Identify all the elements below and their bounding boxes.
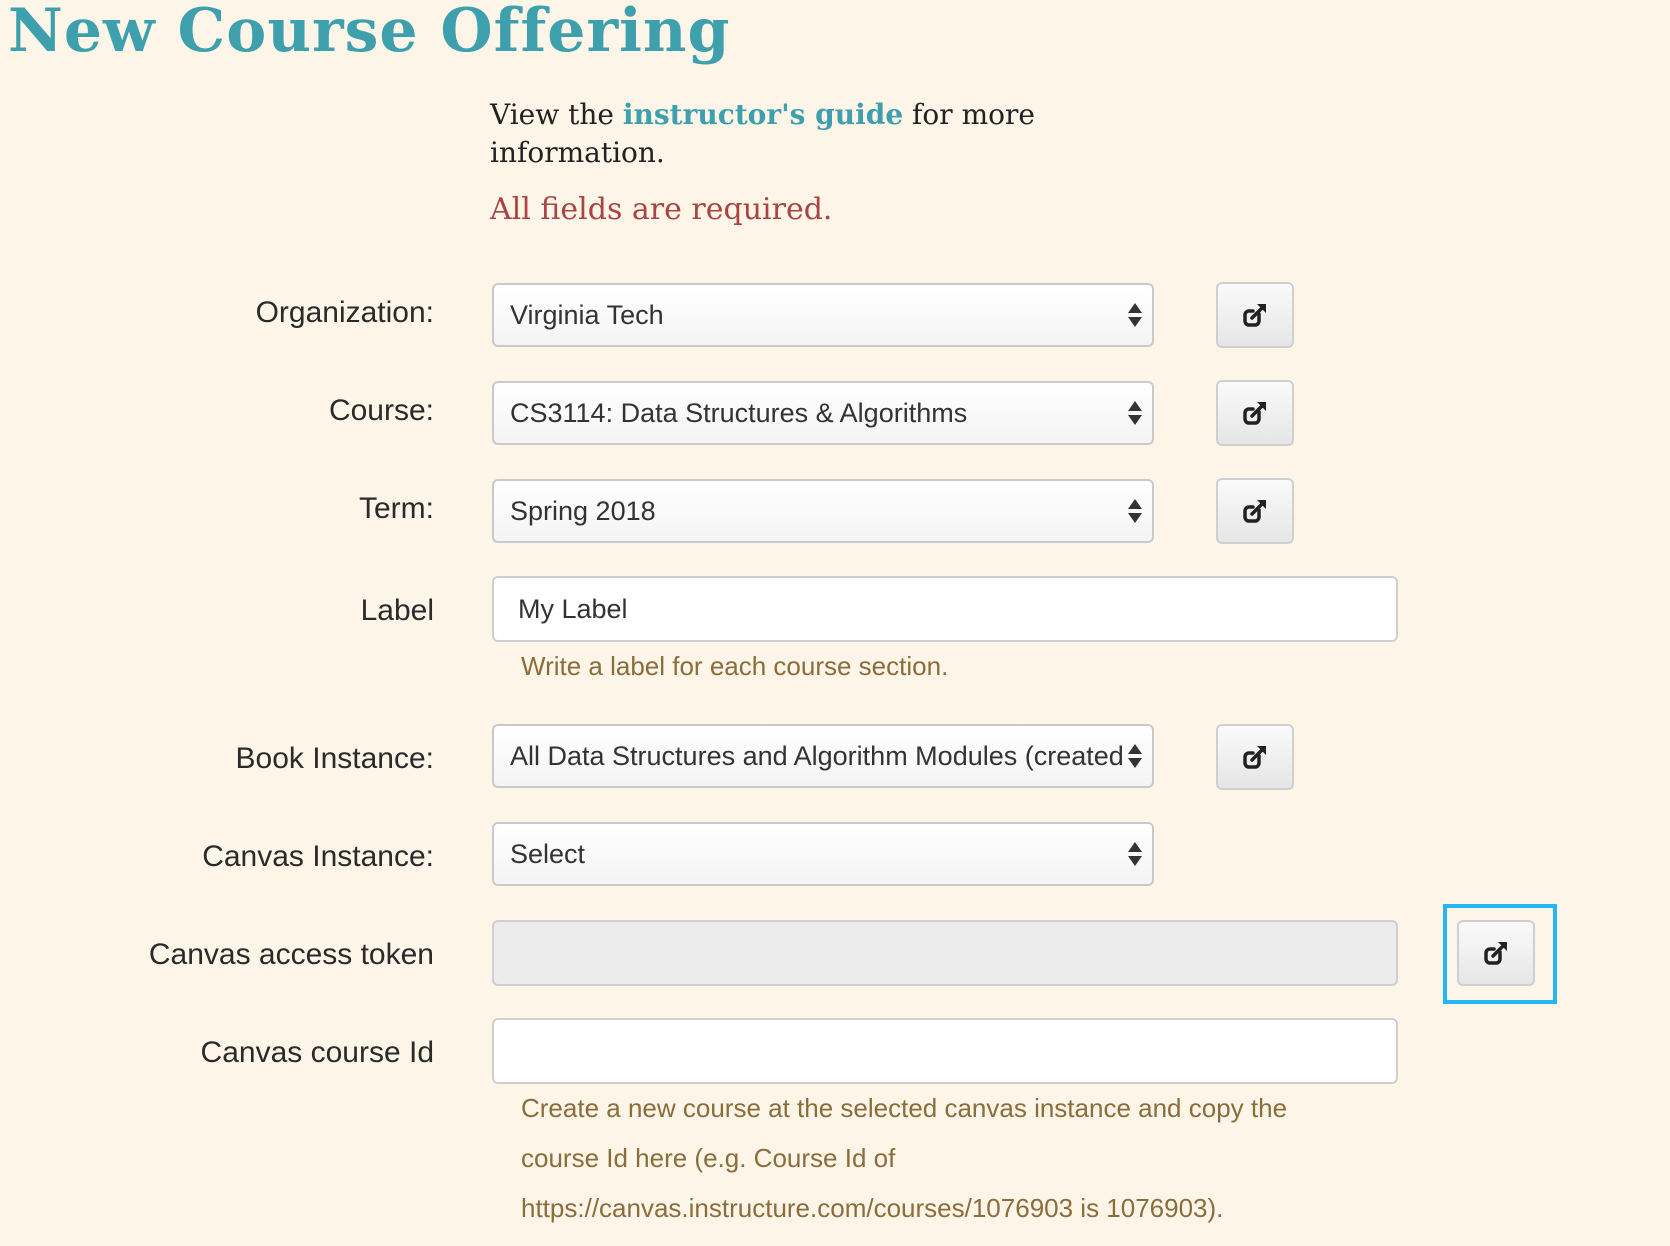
select-caret-icon (1128, 301, 1142, 329)
term-label: Term: (359, 492, 434, 525)
label-input[interactable] (492, 576, 1398, 642)
course-label: Course: (328, 394, 434, 427)
select-caret-icon (1128, 840, 1142, 868)
book-instance-external-button[interactable] (1216, 724, 1294, 790)
canvas-course-id-help-line: https://canvas.instructure.com/courses/1… (521, 1193, 1224, 1223)
canvas-instance-select[interactable]: Select (492, 822, 1154, 886)
course-external-button[interactable] (1216, 380, 1294, 446)
book-instance-label: Book Instance: (235, 742, 434, 775)
canvas-token-external-button[interactable] (1457, 920, 1535, 986)
external-link-icon (1243, 746, 1266, 769)
intro-text: View the instructor's guide for more inf… (490, 96, 1090, 172)
select-caret-icon (1128, 742, 1142, 770)
organization-select[interactable]: Virginia Tech (492, 283, 1154, 347)
intro-prefix: View the (490, 98, 623, 131)
external-link-icon (1484, 942, 1507, 965)
canvas-instance-value: Select (510, 839, 586, 869)
organization-label: Organization: (255, 296, 434, 329)
select-caret-icon (1128, 497, 1142, 525)
book-instance-select[interactable]: All Data Structures and Algorithm Module… (492, 724, 1154, 788)
required-notice: All fields are required. (490, 192, 833, 227)
canvas-instance-label: Canvas Instance: (202, 840, 434, 873)
canvas-course-id-help-line: Create a new course at the selected canv… (521, 1093, 1288, 1123)
book-instance-value: All Data Structures and Algorithm Module… (510, 741, 1124, 771)
canvas-course-id-help-line: course Id here (e.g. Course Id of (521, 1143, 896, 1173)
label-help-text: Write a label for each course section. (521, 651, 949, 681)
canvas-token-input[interactable] (492, 920, 1398, 986)
organization-external-button[interactable] (1216, 282, 1294, 348)
canvas-course-id-label: Canvas course Id (200, 1036, 434, 1069)
instructors-guide-link[interactable]: instructor's guide (623, 98, 903, 131)
external-link-icon (1243, 402, 1266, 425)
term-external-button[interactable] (1216, 478, 1294, 544)
course-value: CS3114: Data Structures & Algorithms (510, 398, 968, 428)
term-select[interactable]: Spring 2018 (492, 479, 1154, 543)
term-value: Spring 2018 (510, 496, 656, 526)
organization-value: Virginia Tech (510, 300, 664, 330)
canvas-token-label: Canvas access token (148, 938, 434, 971)
external-link-icon (1243, 304, 1266, 327)
course-select[interactable]: CS3114: Data Structures & Algorithms (492, 381, 1154, 445)
select-caret-icon (1128, 399, 1142, 427)
label-field-label: Label (360, 594, 434, 627)
page-title: New Course Offering (8, 0, 731, 66)
canvas-course-id-help: Create a new course at the selected canv… (521, 1083, 1301, 1233)
canvas-course-id-input[interactable] (492, 1018, 1398, 1084)
external-link-icon (1243, 500, 1266, 523)
